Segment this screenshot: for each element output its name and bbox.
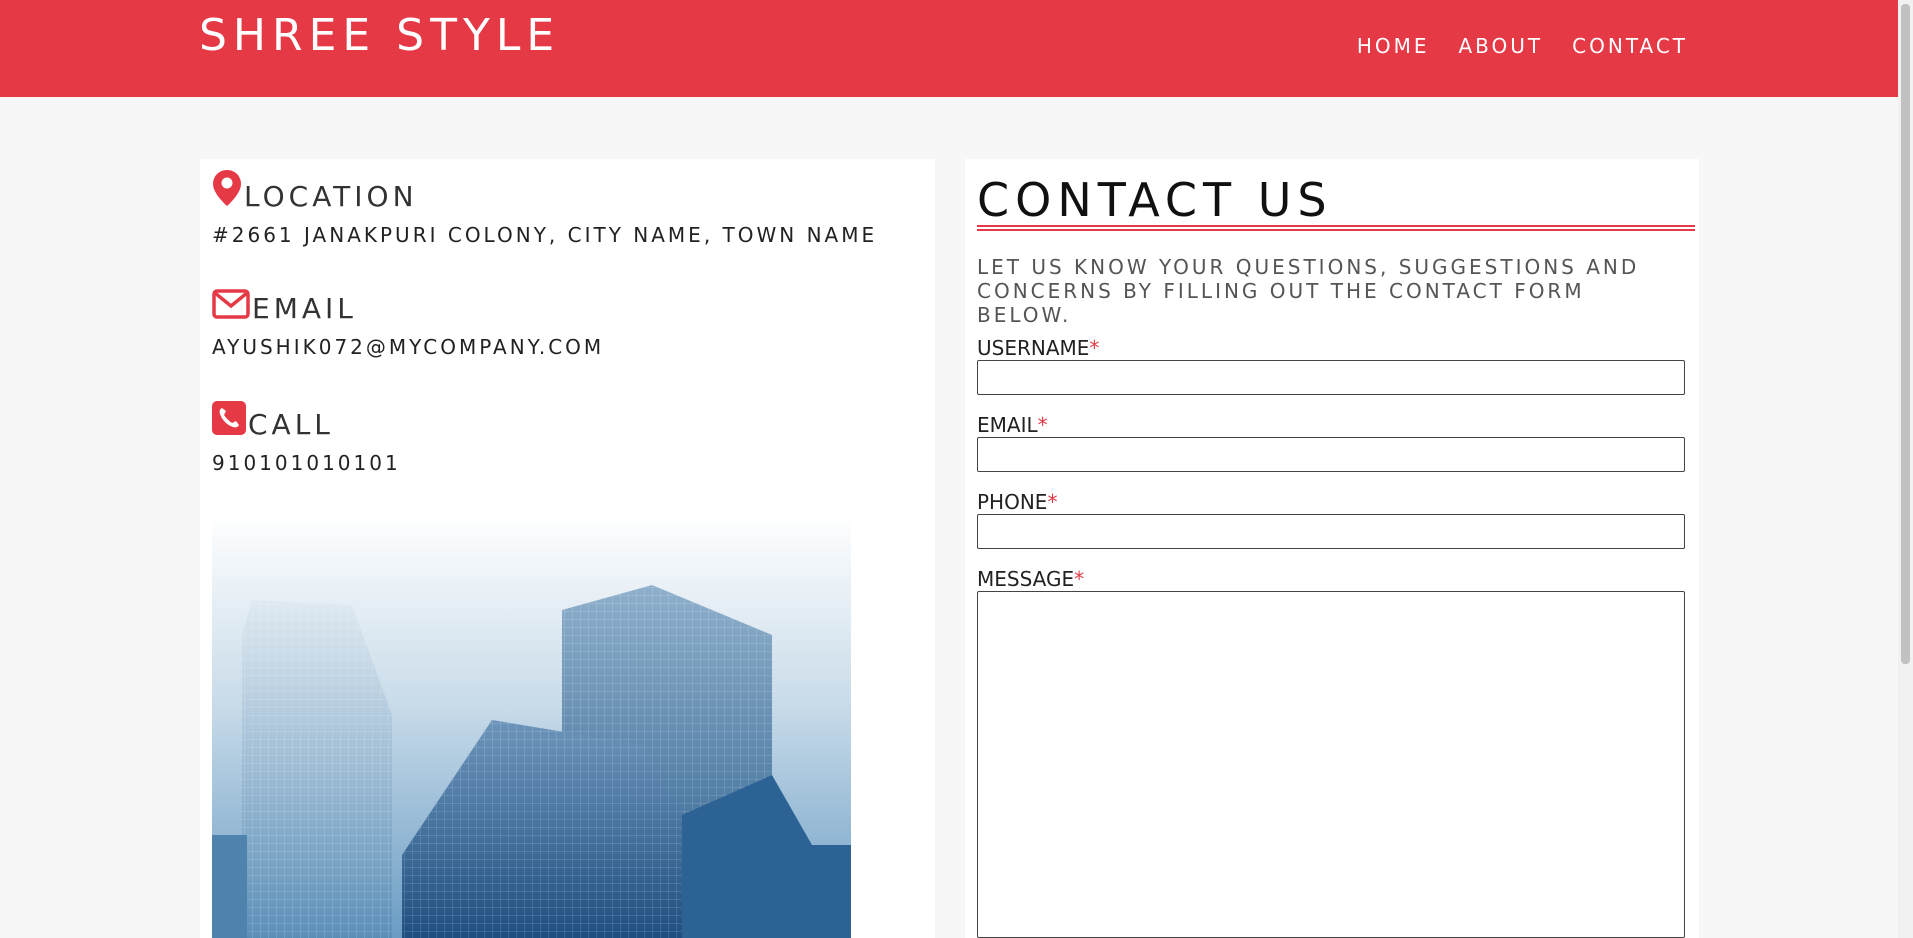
username-input[interactable] — [977, 360, 1685, 395]
site-header: SHREE STYLE HOME ABOUT CONTACT — [0, 0, 1898, 97]
required-mark: * — [1047, 490, 1058, 514]
contact-form-card: CONTACT US LET US KNOW YOUR QUESTIONS, S… — [965, 159, 1699, 938]
call-value[interactable]: 910101010101 — [212, 451, 401, 475]
email-title: EMAIL — [252, 292, 357, 325]
email-value[interactable]: AYUSHIK072@MYCOMPANY.COM — [212, 335, 604, 359]
page-scrollbar[interactable] — [1898, 0, 1913, 938]
email-input[interactable] — [977, 437, 1685, 472]
scrollbar-thumb[interactable] — [1901, 4, 1910, 664]
contact-title: CONTACT US — [977, 173, 1333, 227]
call-title: CALL — [248, 408, 334, 441]
contact-info-card: LOCATION #2661 JANAKPURI COLONY, CITY NA… — [200, 159, 935, 938]
email-block: EMAIL AYUSHIK072@MYCOMPANY.COM — [212, 289, 604, 359]
phone-input[interactable] — [977, 514, 1685, 549]
brand-logo[interactable]: SHREE STYLE — [199, 10, 560, 61]
location-value: #2661 JANAKPURI COLONY, CITY NAME, TOWN … — [212, 223, 878, 247]
nav-home[interactable]: HOME — [1357, 34, 1430, 58]
main-nav: HOME ABOUT CONTACT — [1357, 34, 1688, 58]
required-mark: * — [1037, 413, 1048, 437]
username-label: USERNAME* — [977, 336, 1100, 360]
contact-subtitle: LET US KNOW YOUR QUESTIONS, SUGGESTIONS … — [977, 255, 1640, 327]
title-underline — [977, 225, 1695, 227]
location-title: LOCATION — [244, 180, 418, 213]
nav-contact[interactable]: CONTACT — [1572, 34, 1688, 58]
nav-about[interactable]: ABOUT — [1459, 34, 1544, 58]
envelope-icon — [212, 289, 250, 323]
email-label: EMAIL* — [977, 413, 1048, 437]
message-textarea[interactable] — [977, 591, 1685, 938]
phone-icon — [212, 401, 246, 439]
location-block: LOCATION #2661 JANAKPURI COLONY, CITY NA… — [212, 169, 877, 247]
call-block: CALL 910101010101 — [212, 401, 401, 475]
message-label: MESSAGE* — [977, 567, 1085, 591]
map-pin-icon — [212, 169, 242, 211]
required-mark: * — [1074, 567, 1085, 591]
buildings-image — [212, 515, 851, 938]
phone-label: PHONE* — [977, 490, 1058, 514]
required-mark: * — [1089, 336, 1100, 360]
